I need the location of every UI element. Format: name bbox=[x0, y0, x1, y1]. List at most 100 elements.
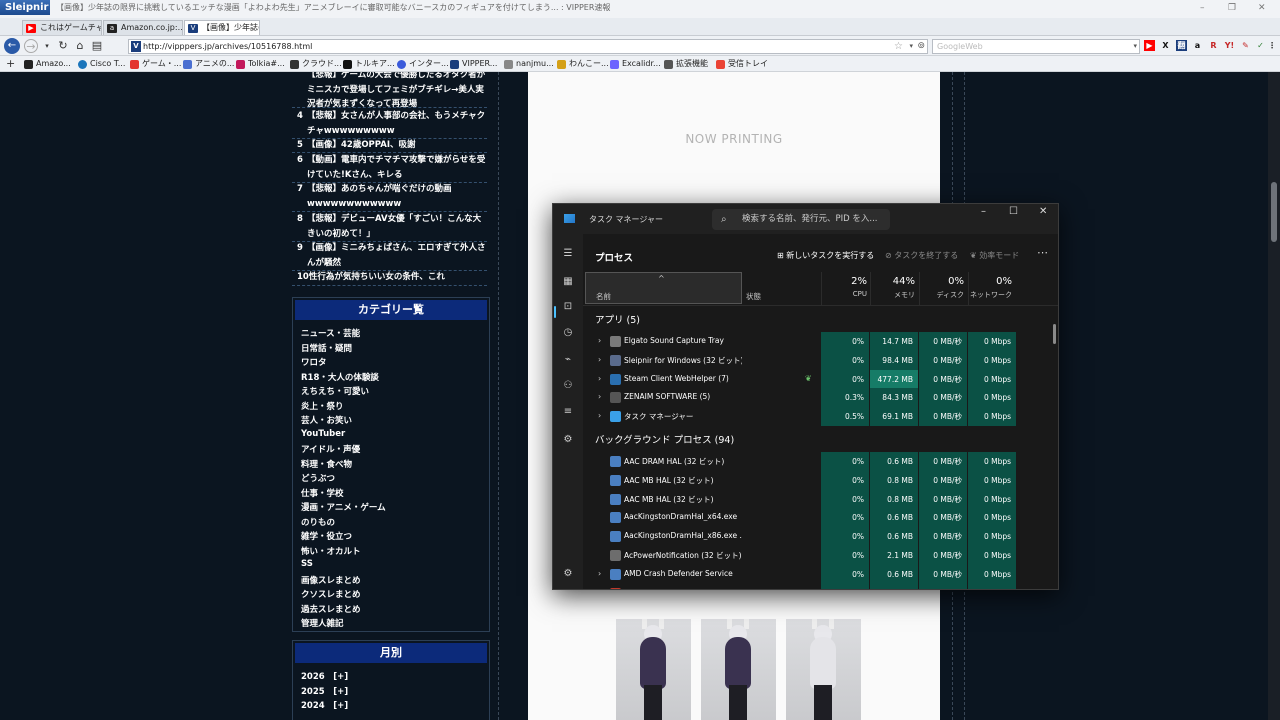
history-dropdown-icon[interactable]: ▾ bbox=[40, 39, 54, 53]
app-history-icon[interactable]: ◷ bbox=[562, 327, 574, 339]
bookmark-star-icon[interactable]: ☆ bbox=[894, 40, 903, 53]
url-input[interactable]: V http://vipppers.jp/archives/10516788.h… bbox=[128, 39, 928, 54]
bookmark-item[interactable]: Tolkia#... bbox=[236, 58, 285, 70]
home-icon[interactable]: ⌂ bbox=[73, 39, 87, 53]
category-item[interactable]: 日常話・疑問 bbox=[301, 342, 352, 354]
efficiency-mode-button[interactable]: ❦ 効率モード bbox=[970, 250, 1019, 261]
hamburger-menu-icon[interactable]: ☰ bbox=[562, 248, 574, 260]
expand-chevron-icon[interactable]: › bbox=[598, 588, 601, 589]
category-item[interactable]: 漫画・アニメ・ゲーム bbox=[301, 501, 386, 513]
expand-chevron-icon[interactable]: › bbox=[598, 336, 601, 345]
reload-icon[interactable]: ↻ bbox=[56, 39, 70, 53]
run-new-task-button[interactable]: ⊞ 新しいタスクを実行する bbox=[777, 250, 874, 261]
processes-icon[interactable]: ▦ bbox=[562, 276, 574, 288]
performance-icon[interactable]: ⊡ bbox=[562, 301, 574, 313]
close-icon[interactable]: ✕ bbox=[1039, 206, 1047, 217]
process-row[interactable]: › Elgato Sound Capture Tray 0% 14.7 MB 0 MB/… bbox=[583, 332, 1058, 351]
search-input[interactable]: GoogleWeb ▾ bbox=[932, 39, 1140, 54]
details-icon[interactable]: ≡ bbox=[562, 406, 574, 418]
back-icon[interactable]: ← bbox=[4, 38, 20, 54]
network-column-header[interactable]: 0% ネットワーク bbox=[964, 276, 1012, 300]
category-item[interactable]: のりもの bbox=[301, 516, 335, 528]
bookmark-item[interactable]: Excalidr... bbox=[610, 58, 661, 70]
maximize-icon[interactable]: ☐ bbox=[1009, 206, 1018, 217]
category-item[interactable]: えちえち・可愛い bbox=[301, 385, 369, 397]
bookmark-item[interactable]: わんこー... bbox=[557, 58, 609, 70]
amazon-icon[interactable]: a bbox=[1192, 40, 1203, 51]
process-row[interactable]: AAC MB HAL (32 ビット) 0% 0.8 MB 0 MB/秒 0 Mbps bbox=[583, 489, 1058, 509]
category-item[interactable]: アイドル・声優 bbox=[301, 443, 360, 455]
bookmark-item[interactable]: nanjmu... bbox=[504, 58, 554, 70]
ranking-item[interactable]: 【悲報】ゲームの大会で優勝したるオタク者がミニスカで登場してフェミがブチギレ→美… bbox=[297, 72, 487, 112]
year-item[interactable]: 2026 [+] bbox=[301, 670, 348, 682]
process-row[interactable]: › AMD Crash Defender Service 0% 0.6 MB 0 MB/… bbox=[583, 564, 1058, 584]
category-item[interactable]: 芸人・お笑い bbox=[301, 414, 352, 426]
figure-image[interactable] bbox=[786, 619, 861, 720]
bookmark-item[interactable]: 受信トレイ bbox=[716, 58, 768, 70]
cpu-column-header[interactable]: 2% CPU bbox=[819, 276, 867, 298]
expand-chevron-icon[interactable]: › bbox=[598, 411, 601, 420]
year-item[interactable]: 2025 [+] bbox=[301, 685, 348, 697]
category-item[interactable]: 過去スレまとめ bbox=[301, 603, 361, 615]
close-icon[interactable]: ✕ bbox=[1258, 3, 1266, 13]
bookmark-item[interactable]: クラウド... bbox=[290, 58, 342, 70]
bookmark-item[interactable]: インター... bbox=[397, 58, 449, 70]
category-item[interactable]: どうぶつ bbox=[301, 472, 335, 484]
ranking-item[interactable]: 7 【悲報】あのちゃんが喘ぐだけの動画wwwwwwwwwwww bbox=[297, 182, 487, 211]
category-item[interactable]: ワロタ bbox=[301, 356, 327, 368]
tools-icon[interactable]: ✎ bbox=[1240, 40, 1251, 51]
ranking-item[interactable]: 6 【動画】電車内でチマチマ攻撃で嫌がらせを受けていた!Kさん、キレる bbox=[297, 153, 487, 182]
rakuten-icon[interactable]: R bbox=[1208, 40, 1219, 51]
end-task-button[interactable]: ⊘ タスクを終了する bbox=[885, 250, 958, 261]
expand-chevron-icon[interactable]: › bbox=[598, 392, 601, 401]
bookmark-item[interactable]: アニメの... bbox=[183, 58, 234, 70]
forward-icon[interactable]: → bbox=[24, 39, 38, 53]
more-icon[interactable]: ⋮ bbox=[1268, 40, 1276, 51]
process-row[interactable]: › ZENAIM SOFTWARE (5) 0.3% 84.3 MB 0 MB/秒 0 M… bbox=[583, 388, 1058, 408]
minimize-icon[interactable]: – bbox=[981, 206, 986, 217]
category-item[interactable]: 画像スレまとめ bbox=[301, 574, 361, 586]
tab-game-channel[interactable]: ▶ これはゲームチャン... bbox=[22, 20, 102, 35]
process-row[interactable]: AacKingstonDramHal_x86.exe ... 0% 0.6 MB 0 … bbox=[583, 527, 1058, 547]
memory-column-header[interactable]: 44% メモリ bbox=[867, 276, 915, 300]
minimize-icon[interactable]: – bbox=[1200, 3, 1205, 13]
expand-chevron-icon[interactable]: › bbox=[598, 355, 601, 364]
expand-chevron-icon[interactable]: › bbox=[598, 569, 601, 578]
ranking-item[interactable]: 9 【画像】ミニみちょぱさん、エロすぎて外人さんが騒然 bbox=[297, 241, 487, 270]
name-column-header[interactable]: ^ 名前 bbox=[585, 272, 742, 304]
process-search-input[interactable]: ⌕ 検索する名前、発行元、PID を入... bbox=[712, 209, 890, 230]
process-row[interactable]: › AMD External Events Client M... 0%1.8 MB… bbox=[583, 583, 1058, 589]
category-item[interactable]: 雑学・役立つ bbox=[301, 530, 352, 542]
page-icon[interactable]: ▤ bbox=[90, 39, 104, 53]
search-engine-dropdown-icon[interactable]: ▾ bbox=[1133, 40, 1137, 53]
ranking-item[interactable]: 10性行為が気持ちいい女の条件、これ bbox=[297, 270, 487, 285]
figure-image[interactable] bbox=[701, 619, 776, 720]
site-settings-icon[interactable]: ⊚ bbox=[917, 40, 925, 53]
category-item[interactable]: YouTuber bbox=[301, 429, 345, 439]
category-item[interactable]: 料理・食べ物 bbox=[301, 458, 352, 470]
process-row[interactable]: AacKingstonDramHal_x64.exe 0% 0.6 MB 0 MB/秒… bbox=[583, 508, 1058, 528]
category-item[interactable]: 怖い・オカルト bbox=[301, 545, 361, 557]
category-item[interactable]: 管理人雑記 bbox=[301, 617, 344, 629]
process-list-scrollbar[interactable] bbox=[1053, 324, 1056, 344]
ranking-item[interactable]: 8 【悲報】デビューAV女優「すごい！こんな大きいの初めて！」 bbox=[297, 212, 487, 241]
startup-apps-icon[interactable]: ⌁ bbox=[562, 354, 574, 366]
settings-icon[interactable]: ⚙ bbox=[562, 568, 574, 580]
category-item[interactable]: R18・大人の体験談 bbox=[301, 371, 379, 383]
tab-vipper-active[interactable]: V 【画像】少年誌の... bbox=[184, 20, 260, 35]
x-icon[interactable]: X bbox=[1160, 40, 1171, 51]
category-item[interactable]: SS bbox=[301, 559, 313, 569]
check-icon[interactable]: ✓ bbox=[1255, 40, 1266, 51]
process-row[interactable]: › Steam Client WebHelper (7) ❦ 0% 477.2 MB 0 … bbox=[583, 369, 1058, 389]
sleipnir-logo[interactable]: Sleipnir bbox=[0, 0, 50, 15]
yahoo-icon[interactable]: Y! bbox=[1224, 40, 1235, 51]
category-item[interactable]: 炎上・祭り bbox=[301, 400, 344, 412]
services-icon[interactable]: ⚙ bbox=[562, 434, 574, 446]
expand-chevron-icon[interactable]: › bbox=[598, 374, 601, 383]
tab-amazon[interactable]: a Amazon.co.jp:... bbox=[103, 20, 183, 35]
task-manager-title-bar[interactable]: タスク マネージャー ⌕ 検索する名前、発行元、PID を入... – ☐ ✕ bbox=[553, 204, 1058, 234]
category-item[interactable]: クソスレまとめ bbox=[301, 588, 361, 600]
bookmark-item[interactable]: トルキア... bbox=[343, 58, 395, 70]
year-item[interactable]: 2024 [+] bbox=[301, 699, 348, 711]
ranking-item[interactable]: 4 【悲報】女さんが人事部の会社、もうメチャクチャwwwwwwwww bbox=[297, 109, 487, 138]
